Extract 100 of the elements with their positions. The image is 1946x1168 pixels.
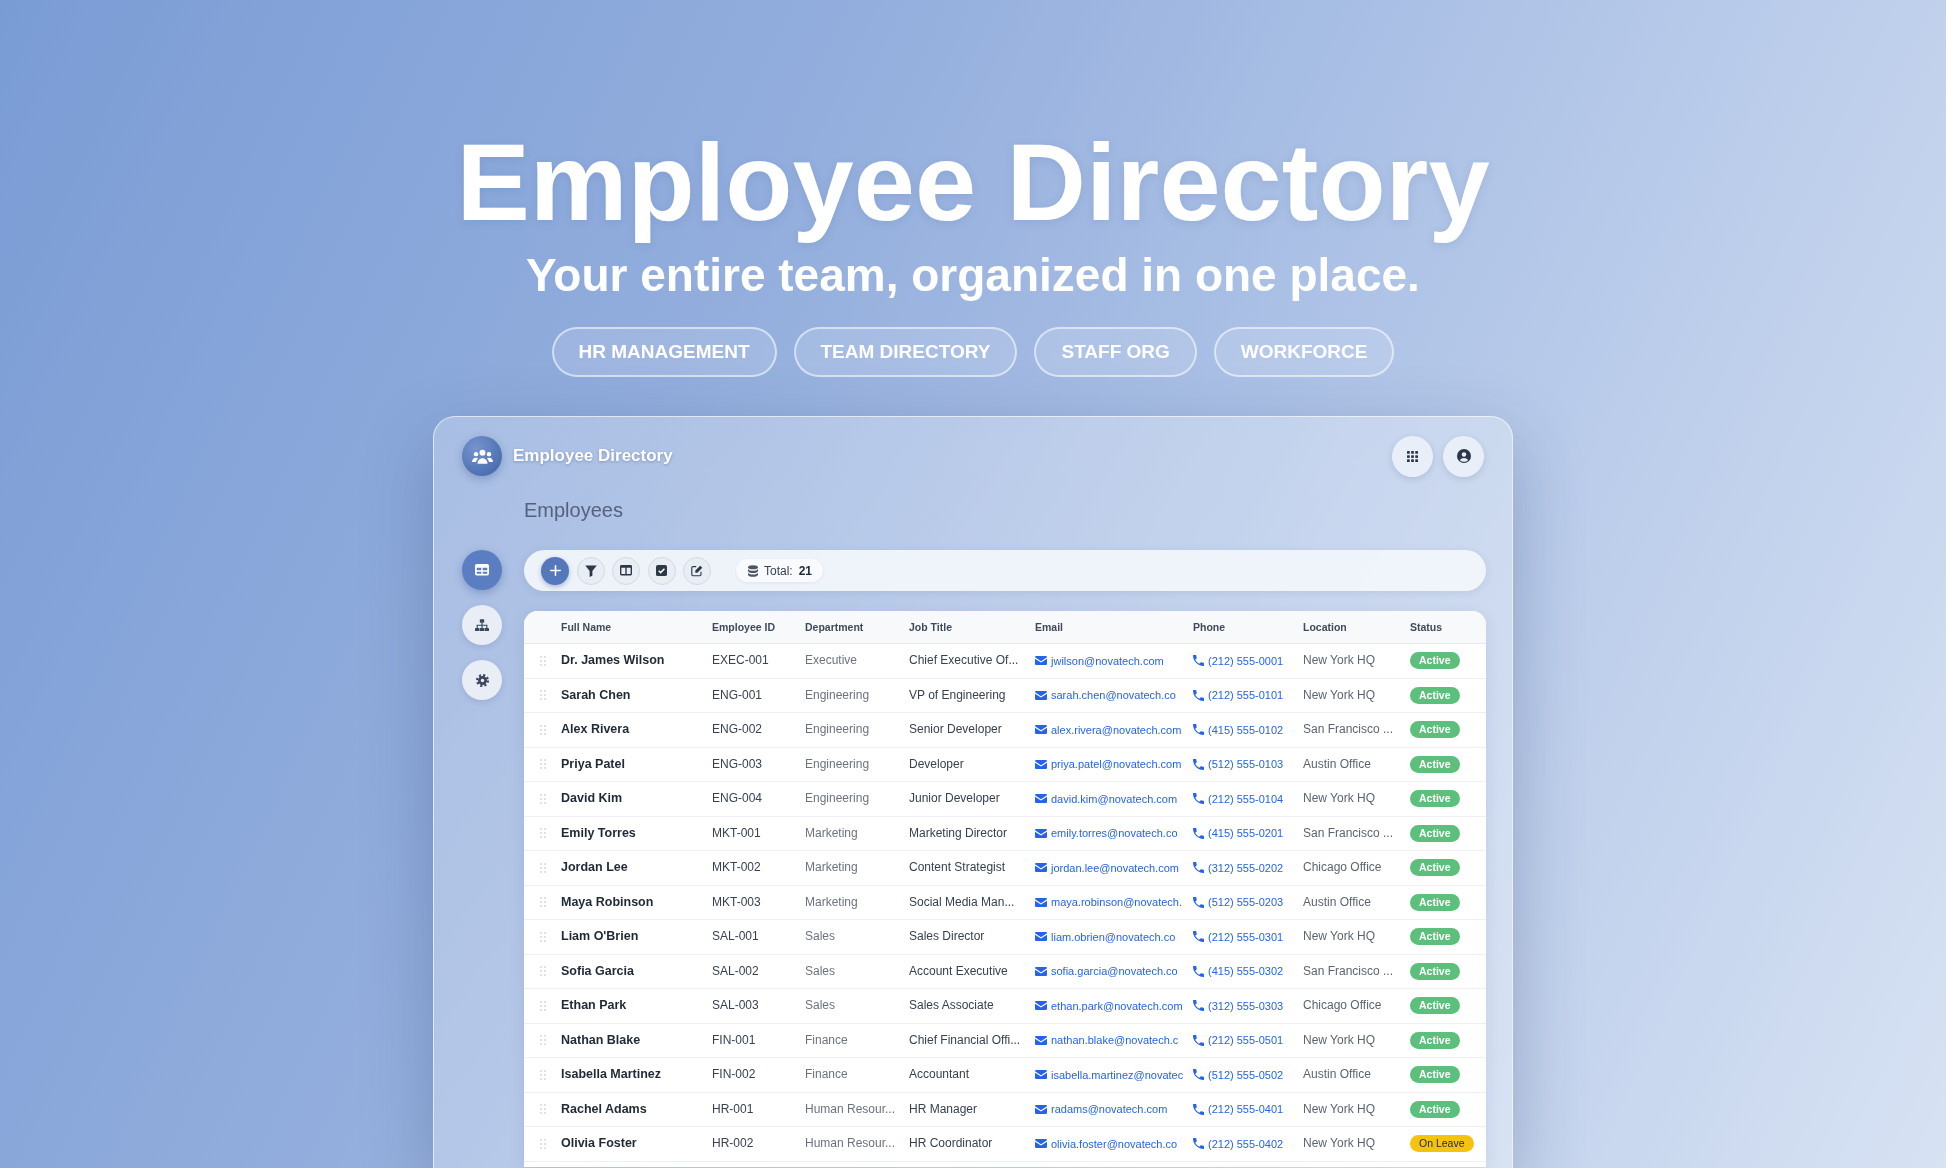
- status-badge: Active: [1410, 652, 1460, 670]
- phone-link[interactable]: (415) 555-0201: [1193, 826, 1284, 841]
- select-button[interactable]: [647, 556, 676, 585]
- hierarchy-icon: [475, 618, 489, 632]
- apps-button[interactable]: [1392, 435, 1433, 477]
- phone-link[interactable]: (512) 555-0203: [1193, 895, 1284, 910]
- location: New York HQ: [1303, 791, 1376, 807]
- phone-link[interactable]: (415) 555-0302: [1193, 964, 1284, 979]
- employee-id: ENG-001: [712, 687, 763, 703]
- grip-icon[interactable]: [539, 690, 546, 701]
- grip-icon[interactable]: [539, 931, 546, 942]
- columns-button[interactable]: [612, 556, 640, 585]
- department: Finance: [805, 1067, 848, 1083]
- employee-id: EXEC-001: [712, 653, 769, 669]
- phone-link[interactable]: (312) 555-0303: [1193, 998, 1284, 1013]
- grip-icon[interactable]: [539, 862, 546, 873]
- phone-link[interactable]: (512) 555-0502: [1193, 1067, 1284, 1082]
- grip-icon[interactable]: [539, 759, 546, 770]
- add-button[interactable]: [541, 556, 569, 585]
- email-link[interactable]: maya.robinson@novatech.: [1035, 895, 1183, 910]
- phone-link[interactable]: (212) 555-0501: [1193, 1033, 1284, 1048]
- phone-link[interactable]: (212) 555-0101: [1193, 688, 1284, 703]
- phone-link[interactable]: (415) 555-0102: [1193, 722, 1284, 737]
- email-link[interactable]: ethan.park@novatech.com: [1035, 998, 1183, 1013]
- grip-icon[interactable]: [539, 1000, 546, 1011]
- phone-link[interactable]: (312) 555-0202: [1193, 860, 1284, 875]
- location: New York HQ: [1303, 1032, 1376, 1048]
- email-link[interactable]: sofia.garcia@novatech.co: [1035, 964, 1178, 979]
- email-link[interactable]: sarah.chen@novatech.co: [1035, 688, 1176, 703]
- phone-link[interactable]: (512) 555-0103: [1193, 757, 1284, 772]
- employee-id: FIN-001: [712, 1032, 756, 1048]
- mail-icon: [1035, 794, 1047, 804]
- employee-id: HR-001: [712, 1101, 754, 1117]
- checkbox-icon: [656, 565, 667, 576]
- edit-button[interactable]: [683, 556, 711, 585]
- columns-icon: [620, 565, 632, 576]
- employee-id: SAL-003: [712, 998, 759, 1014]
- employee-name: Rachel Adams: [561, 1101, 647, 1117]
- location: Chicago Office: [1303, 860, 1382, 876]
- phone-link[interactable]: (212) 555-0001: [1193, 653, 1284, 668]
- email-link[interactable]: liam.obrien@novatech.co: [1035, 929, 1176, 944]
- grip-icon[interactable]: [539, 724, 546, 735]
- filter-button[interactable]: [576, 556, 605, 585]
- email-link[interactable]: alex.rivera@novatech.com: [1035, 722, 1182, 737]
- sidebar-button[interactable]: [462, 660, 502, 700]
- edit-icon: [691, 564, 703, 577]
- phone-link[interactable]: (212) 555-0402: [1193, 1136, 1284, 1151]
- job-title: Sales Director: [909, 929, 985, 945]
- grip-icon[interactable]: [539, 897, 546, 908]
- phone-link[interactable]: (212) 555-0104: [1193, 791, 1284, 806]
- email-link[interactable]: jordan.lee@novatech.com: [1035, 860, 1179, 875]
- location: Austin Office: [1303, 1067, 1371, 1083]
- grip-icon[interactable]: [539, 1138, 546, 1149]
- employee-name: Maya Robinson: [561, 894, 654, 910]
- column-header: Location: [1303, 620, 1347, 634]
- users-icon: [462, 436, 502, 476]
- employee-name: Sarah Chen: [561, 687, 631, 703]
- department: Sales: [805, 998, 836, 1014]
- sidebar-button[interactable]: [462, 550, 502, 590]
- grip-icon[interactable]: [539, 1035, 546, 1046]
- plus-icon: [549, 565, 561, 576]
- job-title: Marketing Director: [909, 825, 1008, 841]
- email-link[interactable]: david.kim@novatech.com: [1035, 791, 1178, 806]
- mail-icon: [1035, 1070, 1047, 1080]
- mail-icon: [1035, 828, 1047, 838]
- mail-icon: [1035, 1104, 1047, 1114]
- email-link[interactable]: isabella.martinez@novatec: [1035, 1067, 1184, 1082]
- department: Human Resour...: [805, 1101, 896, 1117]
- mail-icon: [1035, 897, 1047, 907]
- phone-icon: [1193, 896, 1204, 908]
- grip-icon[interactable]: [539, 828, 546, 839]
- status-badge: Active: [1410, 755, 1460, 773]
- job-title: Accountant: [909, 1067, 970, 1083]
- employee-name: Ethan Park: [561, 998, 627, 1014]
- phone-link[interactable]: (212) 555-0401: [1193, 1102, 1284, 1117]
- job-title: Sales Associate: [909, 998, 994, 1014]
- email-link[interactable]: jwilson@novatech.com: [1035, 653, 1164, 668]
- employee-name: Dr. James Wilson: [561, 653, 665, 669]
- location: San Francisco ...: [1303, 963, 1394, 979]
- status-badge: Active: [1410, 1100, 1460, 1118]
- status-badge: On Leave: [1410, 1135, 1474, 1153]
- email-link[interactable]: nathan.blake@novatech.c: [1035, 1033, 1179, 1048]
- email-link[interactable]: priya.patel@novatech.com: [1035, 757, 1182, 772]
- email-link[interactable]: radams@novatech.com: [1035, 1102, 1168, 1117]
- grip-icon[interactable]: [539, 966, 546, 977]
- account-button[interactable]: [1443, 435, 1484, 477]
- employee-name: Isabella Martinez: [561, 1067, 662, 1083]
- database-icon: [748, 564, 758, 577]
- phone-link[interactable]: (212) 555-0301: [1193, 929, 1284, 944]
- employee-id: ENG-002: [712, 722, 763, 738]
- employee-id: HR-002: [712, 1136, 754, 1152]
- grip-icon[interactable]: [539, 1104, 546, 1115]
- status-badge: Active: [1410, 1031, 1460, 1049]
- grip-icon[interactable]: [539, 655, 546, 666]
- email-link[interactable]: emily.torres@novatech.co: [1035, 826, 1178, 841]
- status-badge: Active: [1410, 997, 1460, 1015]
- email-link[interactable]: olivia.foster@novatech.co: [1035, 1136, 1178, 1151]
- sidebar-button[interactable]: [462, 605, 502, 645]
- grip-icon[interactable]: [539, 793, 546, 804]
- grip-icon[interactable]: [539, 1069, 546, 1080]
